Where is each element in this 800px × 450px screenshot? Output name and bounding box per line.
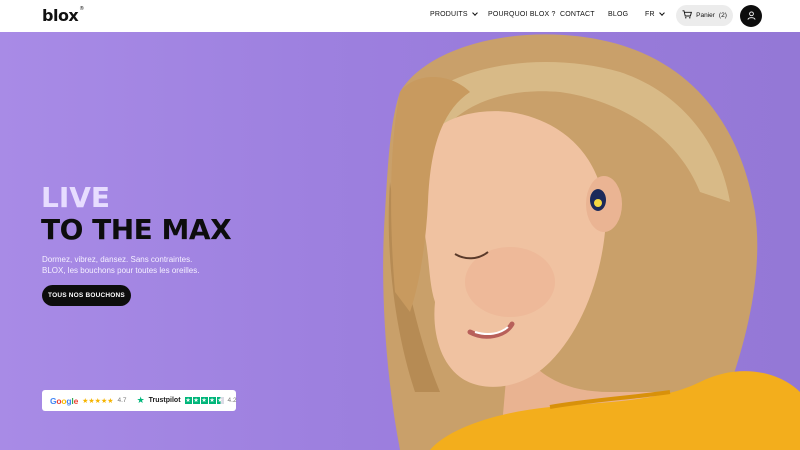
trustpilot-score: 4.2 xyxy=(227,397,237,404)
hero-section: LIVE TO THE MAX Dormez, vibrez, dansez. … xyxy=(0,32,800,450)
hero-subtitle-line-1: Dormez, vibrez, dansez. Sans contraintes… xyxy=(42,255,193,264)
cart-count: (2) xyxy=(718,12,727,19)
google-stars: ★★★★★ xyxy=(82,397,114,405)
hero-subtitle-line-2: BLOX, les bouchons pour toutes les oreil… xyxy=(42,266,200,275)
chevron-down-icon xyxy=(658,10,665,16)
star-icon: ★ xyxy=(208,397,216,404)
hero-subtitle: Dormez, vibrez, dansez. Sans contraintes… xyxy=(42,254,242,276)
language-label: FR xyxy=(645,11,655,18)
star-half-icon: ★ xyxy=(216,397,224,404)
site-header: blox® PRODUITS POURQUOI BLOX ? CONTACT B… xyxy=(0,0,800,32)
nav-blog-label: BLOG xyxy=(608,11,629,18)
language-selector[interactable]: FR xyxy=(645,10,665,18)
trustpilot-stars: ★ ★ ★ ★ ★ xyxy=(184,397,224,404)
star-icon: ★ xyxy=(192,397,200,404)
cart-button[interactable]: Panier (2) xyxy=(676,5,733,26)
hero-kicker: LIVE xyxy=(41,181,111,214)
trustpilot-label: Trustpilot xyxy=(148,397,181,404)
nav-contact[interactable]: CONTACT xyxy=(560,11,595,18)
hero-photo xyxy=(383,34,800,450)
logo[interactable]: blox® xyxy=(42,6,84,25)
nav-why-blox[interactable]: POURQUOI BLOX ? xyxy=(488,11,556,18)
nav-contact-label: CONTACT xyxy=(560,11,595,18)
star-icon: ★ xyxy=(184,397,192,404)
nav-blog[interactable]: BLOG xyxy=(608,11,628,18)
star-icon: ★ xyxy=(200,397,208,404)
nav-products[interactable]: PRODUITS xyxy=(430,10,478,18)
account-button[interactable] xyxy=(740,5,762,27)
google-logo: Google xyxy=(50,395,79,406)
ratings-badge[interactable]: Google ★★★★★ 4.7 ★ Trustpilot ★ ★ ★ ★ ★ … xyxy=(42,390,237,411)
user-icon xyxy=(747,7,756,25)
cart-label: Panier xyxy=(696,12,715,19)
google-score: 4.7 xyxy=(117,397,127,404)
hero-title: TO THE MAX xyxy=(41,213,232,246)
nav-why-label: POURQUOI BLOX ? xyxy=(488,11,556,18)
chevron-down-icon xyxy=(471,10,478,16)
all-earplugs-button[interactable]: TOUS NOS BOUCHONS xyxy=(42,285,131,306)
cart-icon xyxy=(682,10,693,21)
nav-products-label: PRODUITS xyxy=(430,11,468,18)
trustpilot-star-icon: ★ xyxy=(136,395,145,405)
